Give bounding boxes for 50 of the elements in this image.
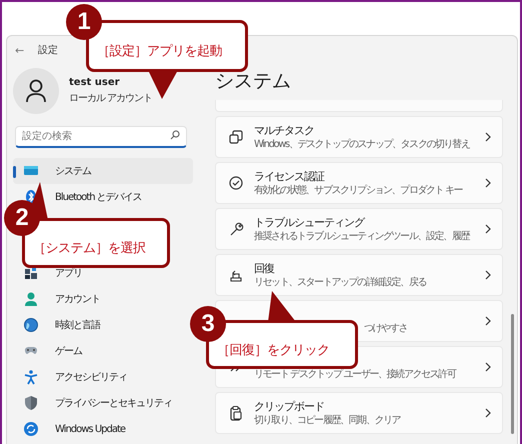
shield-icon: [23, 395, 39, 411]
nav-item[interactable]: Windows Update: [13, 416, 193, 442]
card-description: リセット、スタートアップの詳細設定、戻る: [254, 276, 428, 288]
card-title: トラブルシューティング: [254, 216, 366, 230]
back-button[interactable]: ←: [15, 44, 24, 56]
account-type: ローカル アカウント: [69, 92, 152, 105]
chevron-right-icon: [484, 408, 492, 418]
settings-card[interactable]: ライセンス認証 有効化の状態、サブスクリプション、プロダクト キー: [215, 162, 503, 204]
overlapping-windows-icon: [228, 129, 244, 145]
nav-item[interactable]: プライバシーとセキュリティ: [13, 390, 193, 416]
card-description: 推奨されるトラブルシューティングツール、設定、履歴: [254, 230, 471, 242]
card-title: 回復: [254, 262, 276, 276]
wrench-icon: [228, 221, 244, 237]
person-icon: [23, 291, 39, 307]
scrollbar[interactable]: [511, 314, 514, 434]
check-circle-icon: [228, 175, 244, 191]
card-title: ライセンス認証: [254, 170, 326, 184]
search-field[interactable]: 設定の検索: [15, 126, 187, 148]
card-description: リモート デスクトップ ユーザー、接続アクセス許可: [254, 368, 457, 380]
person-icon: [25, 79, 47, 103]
settings-card[interactable]: クリップボード 切り取り、コピー履歴、同期、クリア: [215, 392, 503, 434]
nav-item[interactable]: アカウント: [13, 286, 193, 312]
page-title: システム: [215, 69, 292, 94]
chevron-right-icon: [484, 270, 492, 280]
search-icon: [170, 130, 180, 140]
update-icon: [23, 421, 39, 437]
user-name: test user: [69, 77, 121, 88]
nav-item[interactable]: ゲーム: [13, 338, 193, 364]
chevron-right-icon: [484, 362, 492, 372]
apps-icon: [23, 265, 39, 281]
card-title: マルチタスク: [254, 124, 315, 138]
nav-item[interactable]: システム: [13, 158, 193, 184]
card-description: 有効化の状態、サブスクリプション、プロダクト キー: [254, 184, 464, 196]
chevron-right-icon: [484, 132, 492, 142]
settings-card[interactable]: マルチタスク Windows、デスクトップのスナップ、タスクの切り替え: [215, 116, 503, 158]
chevron-right-icon: [484, 316, 492, 326]
accessibility-icon: [23, 369, 39, 385]
clipboard-icon: [228, 405, 244, 421]
nav-item[interactable]: 時刻と言語: [13, 312, 193, 338]
settings-card[interactable]: トラブルシューティング 推奨されるトラブルシューティングツール、設定、履歴: [215, 208, 503, 250]
card-title: クリップボード: [254, 400, 325, 414]
card-description: 切り取り、コピー履歴、同期、クリア: [254, 414, 402, 426]
nav-item[interactable]: アクセシビリティ: [13, 364, 193, 390]
chevron-right-icon: [484, 224, 492, 234]
card-description: つけやすさ: [364, 322, 408, 334]
settings-card[interactable]: 回復 リセット、スタートアップの詳細設定、戻る: [215, 254, 503, 296]
card-description: Windows、デスクトップのスナップ、タスクの切り替え: [254, 138, 471, 150]
window-title: 設定: [38, 44, 58, 57]
chevron-right-icon: [484, 178, 492, 188]
globe-icon: [23, 317, 39, 333]
